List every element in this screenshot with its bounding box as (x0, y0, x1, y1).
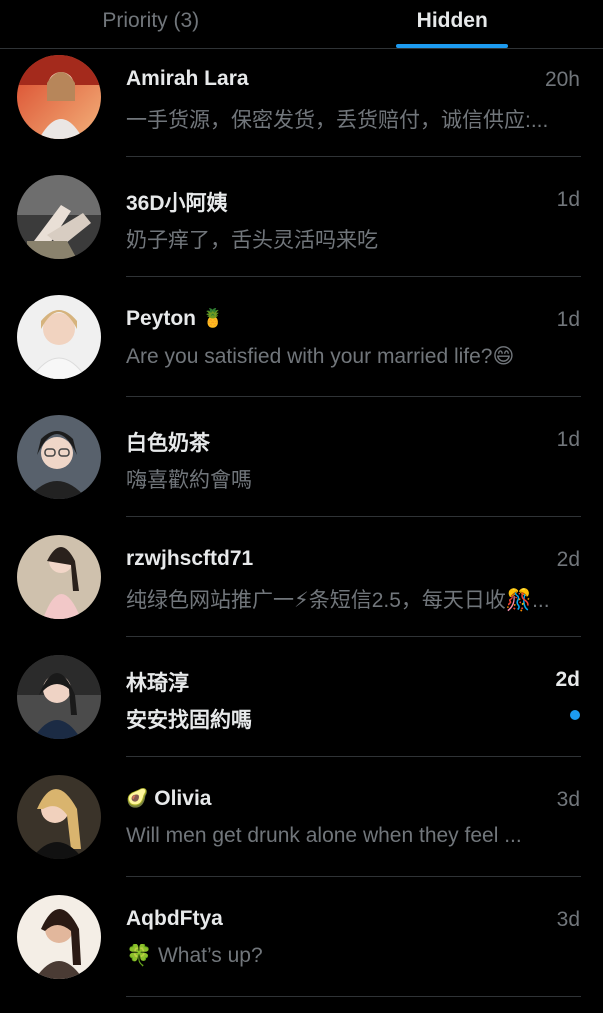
conversation-name: AqbdFtya (126, 907, 223, 930)
conversation-row[interactable]: AqbdFtya 3d 🍀 What’s up? (0, 877, 603, 997)
avatar (17, 295, 101, 379)
avatar (17, 415, 101, 499)
tab-hidden-label: Hidden (416, 9, 488, 32)
unread-indicator (570, 710, 580, 720)
conversation-time: 3d (556, 908, 580, 931)
conversation-time: 1d (556, 428, 580, 451)
conversation-row[interactable]: 🥑 Olivia 3d Will men get drunk alone whe… (0, 757, 603, 877)
conversation-preview: 🍀 What’s up? (126, 944, 263, 967)
conversation-row[interactable]: 白色奶茶 1d 嗨喜歡約會嗎 (0, 397, 603, 517)
conversation-name: 🥑 Olivia (126, 787, 212, 810)
conversation-time: 1d (556, 188, 580, 211)
avatar (17, 895, 101, 979)
avatar (17, 175, 101, 259)
conversation-row[interactable]: Amirah Lara 20h 一手货源，保密发货，丢货赔付，诚信供应:... (0, 37, 603, 157)
conversation-time: 20h (544, 68, 580, 91)
conversation-preview: 一手货源，保密发货，丢货赔付，诚信供应:... (126, 109, 549, 132)
conversation-preview: 安安找固約嗎 (126, 709, 252, 732)
conversation-name: rzwjhscftd71 (126, 547, 254, 570)
conversation-preview: 嗨喜歡約會嗎 (126, 469, 252, 492)
conversation-name: Amirah Lara (126, 67, 249, 90)
conversation-row[interactable]: 林琦淳 2d 安安找固約嗎 (0, 637, 603, 757)
conversation-time: 1d (556, 308, 580, 331)
avatar (17, 55, 101, 139)
conversation-row[interactable]: 36D小阿姨 1d 奶子痒了，舌头灵活吗来吃 (0, 157, 603, 277)
avocado-emoji-icon: 🥑 (126, 788, 149, 808)
conversation-row[interactable]: Peyton 🍍 1d Are you satisfied with your … (0, 277, 603, 397)
conversation-row[interactable]: rzwjhscftd71 2d 纯绿色网站推广一⚡条短信2.5，每天日收🎊... (0, 517, 603, 637)
conversation-name: Peyton 🍍 (126, 307, 225, 330)
row-divider (126, 996, 581, 997)
avatar (17, 655, 101, 739)
conversation-list: Amirah Lara 20h 一手货源，保密发货，丢货赔付，诚信供应:... … (0, 37, 603, 997)
pineapple-emoji-icon: 🍍 (201, 308, 225, 328)
conversation-time: 2d (555, 668, 580, 691)
conversation-preview: Are you satisfied with your married life… (126, 345, 515, 368)
avatar (17, 535, 101, 619)
avatar (17, 775, 101, 859)
conversation-preview: 纯绿色网站推广一⚡条短信2.5，每天日收🎊... (126, 589, 550, 612)
conversation-time: 3d (556, 788, 580, 811)
conversation-name: 36D小阿姨 (126, 192, 228, 215)
conversation-time: 2d (556, 548, 580, 571)
conversation-name: 林琦淳 (126, 672, 189, 695)
conversation-name: 白色奶茶 (126, 432, 210, 455)
conversation-preview: Will men get drunk alone when they feel … (126, 824, 522, 847)
conversation-preview: 奶子痒了，舌头灵活吗来吃 (126, 229, 378, 252)
